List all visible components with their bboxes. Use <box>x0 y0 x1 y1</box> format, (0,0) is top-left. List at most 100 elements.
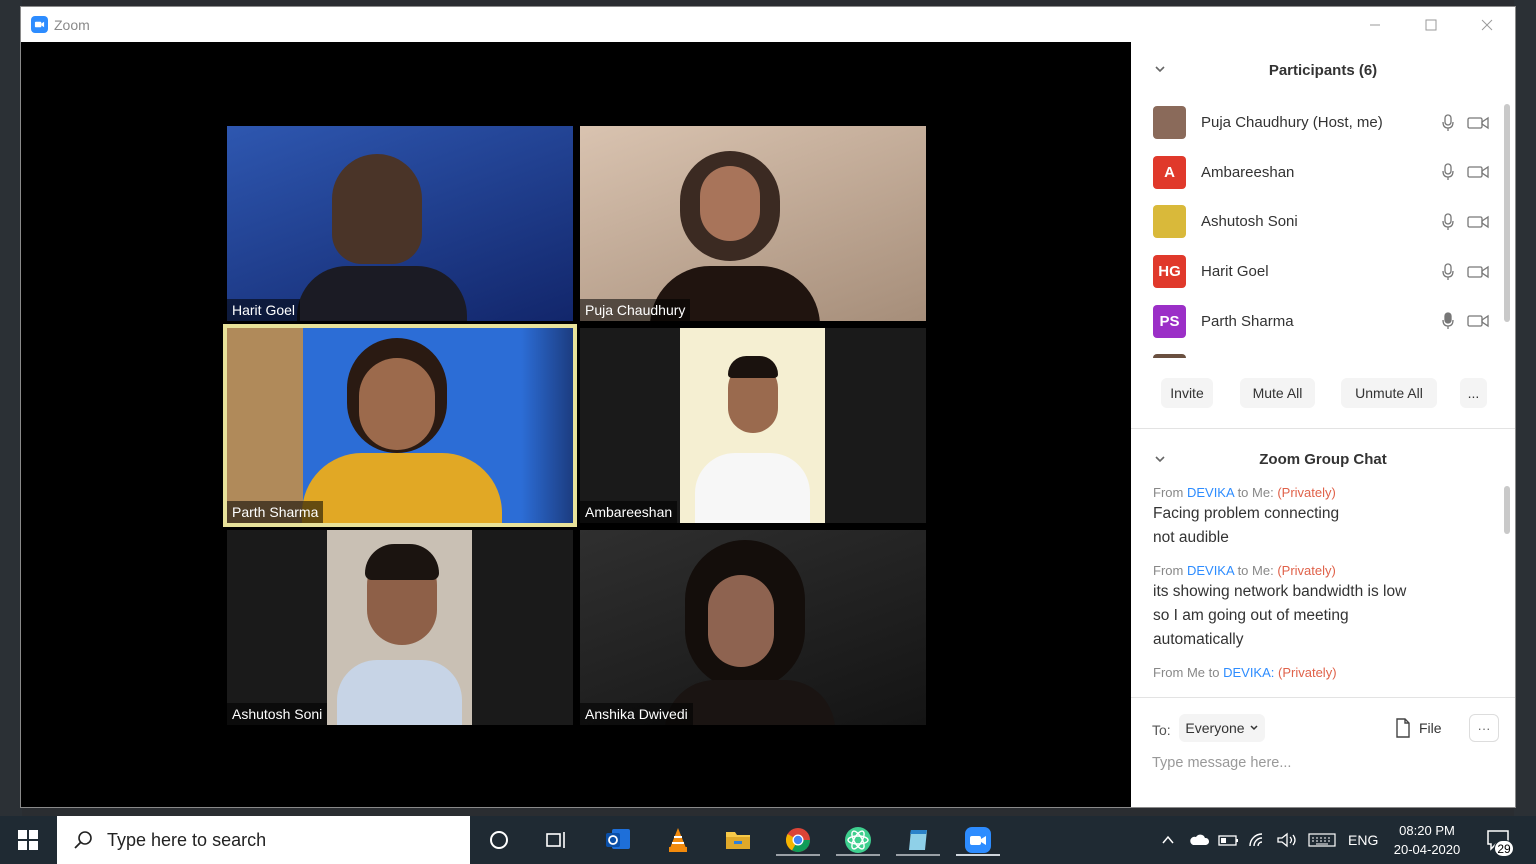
participants-scrollbar[interactable] <box>1504 104 1510 322</box>
microphone-icon[interactable] <box>1441 213 1455 231</box>
video-camera-icon[interactable] <box>1467 313 1489 329</box>
participants-header: Participants (6) <box>1131 42 1515 98</box>
microphone-icon[interactable] <box>1441 114 1455 132</box>
message-text: not audible <box>1153 529 1229 546</box>
message-from-label: From <box>1153 563 1184 578</box>
microphone-icon[interactable] <box>1441 312 1455 330</box>
recipient-select[interactable]: Everyone <box>1179 714 1265 742</box>
folder-icon <box>726 832 750 849</box>
minimize-button[interactable] <box>1347 7 1403 42</box>
atom-icon <box>845 827 871 853</box>
participant-list: Puja Chaudhury (Host, me) A Ambareeshan … <box>1131 98 1515 358</box>
atom-taskbar-app[interactable] <box>836 824 880 856</box>
onedrive-cloud-icon[interactable] <box>1188 833 1210 847</box>
taskbar-search[interactable]: Type here to search <box>57 816 470 864</box>
volume-icon[interactable] <box>1276 832 1298 848</box>
video-camera-icon[interactable] <box>1467 214 1489 230</box>
more-options-button[interactable]: ... <box>1460 378 1487 408</box>
zoom-app-icon <box>965 827 991 853</box>
message-text: its showing network bandwidth is low <box>1153 583 1407 600</box>
chat-messages: From DEVIKA to Me: (Privately) Facing pr… <box>1153 484 1493 694</box>
zoom-window: Zoom Harit Goel Puja Chaudhury Parth Sha… <box>20 6 1516 808</box>
chrome-icon <box>785 828 810 853</box>
clock[interactable]: 08:20 PM 20-04-2020 <box>1382 821 1472 859</box>
participant-row[interactable]: Puja Chaudhury (Host, me) <box>1131 98 1515 148</box>
person-body <box>302 453 502 523</box>
message-from-label: From <box>1153 485 1184 500</box>
video-camera-icon[interactable] <box>1467 164 1489 180</box>
avatar <box>1153 106 1186 140</box>
participant-row-partial[interactable] <box>1131 346 1515 358</box>
avatar <box>1153 205 1186 239</box>
video-tile[interactable]: Harit Goel <box>227 126 573 321</box>
message-text: so I am going out of meeting <box>1153 607 1349 624</box>
participant-name: Harit Goel <box>1201 263 1269 281</box>
message-text: automatically <box>1153 631 1244 648</box>
private-tag: (Privately) <box>1278 665 1337 680</box>
participant-row[interactable]: PS Parth Sharma <box>1131 296 1515 346</box>
language-indicator[interactable]: ENG <box>1348 832 1378 848</box>
participant-row[interactable]: HG Harit Goel <box>1131 247 1515 297</box>
active-app-indicator <box>956 854 1000 856</box>
participants-title: Participants (6) <box>1268 61 1378 79</box>
video-camera-icon[interactable] <box>1467 115 1489 131</box>
file-explorer-taskbar-app[interactable] <box>722 824 754 856</box>
video-tile[interactable]: Ambareeshan <box>580 328 926 523</box>
message-recipient: to Me: <box>1237 563 1274 578</box>
person-hair <box>365 544 439 580</box>
video-tile[interactable]: Puja Chaudhury <box>580 126 926 321</box>
private-tag: (Privately) <box>1277 485 1336 500</box>
message-sender[interactable]: DEVIKA <box>1187 563 1234 578</box>
battery-icon[interactable] <box>1218 833 1240 847</box>
cortana-icon <box>490 831 508 849</box>
avatar: PS <box>1153 304 1186 338</box>
task-view-button[interactable] <box>541 824 573 856</box>
video-camera-icon[interactable] <box>1467 264 1489 280</box>
chevron-up-icon[interactable] <box>1160 832 1176 848</box>
invite-button[interactable]: Invite <box>1161 378 1213 408</box>
chat-scrollbar[interactable] <box>1504 486 1510 534</box>
chevron-down-icon[interactable] <box>1153 452 1167 466</box>
notes-taskbar-app[interactable] <box>896 824 940 856</box>
avatar <box>1153 354 1186 358</box>
chrome-taskbar-app[interactable] <box>776 824 820 856</box>
video-tile-active-speaker[interactable]: Parth Sharma <box>223 324 577 527</box>
mail-app-icon <box>606 829 630 849</box>
avatar: HG <box>1153 255 1186 289</box>
cortana-button[interactable] <box>483 824 515 856</box>
message-input[interactable]: Type message here... <box>1152 755 1291 771</box>
file-button[interactable]: File <box>1395 716 1442 740</box>
tile-name-label: Parth Sharma <box>227 501 324 523</box>
zoom-taskbar-app[interactable] <box>956 824 1000 856</box>
tile-name-label: Anshika Dwivedi <box>580 703 693 725</box>
maximize-button[interactable] <box>1403 7 1459 42</box>
video-tile[interactable]: Anshika Dwivedi <box>580 530 926 725</box>
participant-row[interactable]: A Ambareeshan <box>1131 148 1515 198</box>
notepad-icon <box>909 830 927 850</box>
mute-all-button[interactable]: Mute All <box>1240 378 1315 408</box>
start-button[interactable] <box>0 816 56 864</box>
outlook-taskbar-app[interactable] <box>602 824 634 856</box>
wifi-icon[interactable] <box>1248 832 1268 848</box>
minimize-icon <box>1370 24 1380 25</box>
close-button[interactable] <box>1459 7 1515 42</box>
message-sender[interactable]: DEVIKA <box>1187 485 1234 500</box>
vlc-taskbar-app[interactable] <box>662 824 694 856</box>
participant-name: Puja Chaudhury (Host, me) <box>1201 114 1383 132</box>
message-recipient[interactable]: DEVIKA: <box>1223 665 1274 680</box>
recipient-value: Everyone <box>1185 720 1245 736</box>
participant-row[interactable]: Ashutosh Soni <box>1131 197 1515 247</box>
unmute-all-button[interactable]: Unmute All <box>1341 378 1437 408</box>
keyboard-icon[interactable] <box>1308 832 1336 848</box>
chevron-down-icon[interactable] <box>1153 62 1167 76</box>
video-tile[interactable]: Ashutosh Soni <box>227 530 573 725</box>
chat-more-button[interactable]: ··· <box>1469 714 1499 742</box>
message-from-label: From Me to <box>1153 665 1220 680</box>
file-icon <box>1396 718 1410 738</box>
desktop-background-left <box>0 0 22 816</box>
microphone-icon[interactable] <box>1441 262 1455 281</box>
microphone-icon[interactable] <box>1441 163 1455 181</box>
person-body <box>695 453 810 523</box>
message-meta: From DEVIKA to Me: (Privately) <box>1153 562 1493 580</box>
participant-name: Parth Sharma <box>1201 312 1294 330</box>
